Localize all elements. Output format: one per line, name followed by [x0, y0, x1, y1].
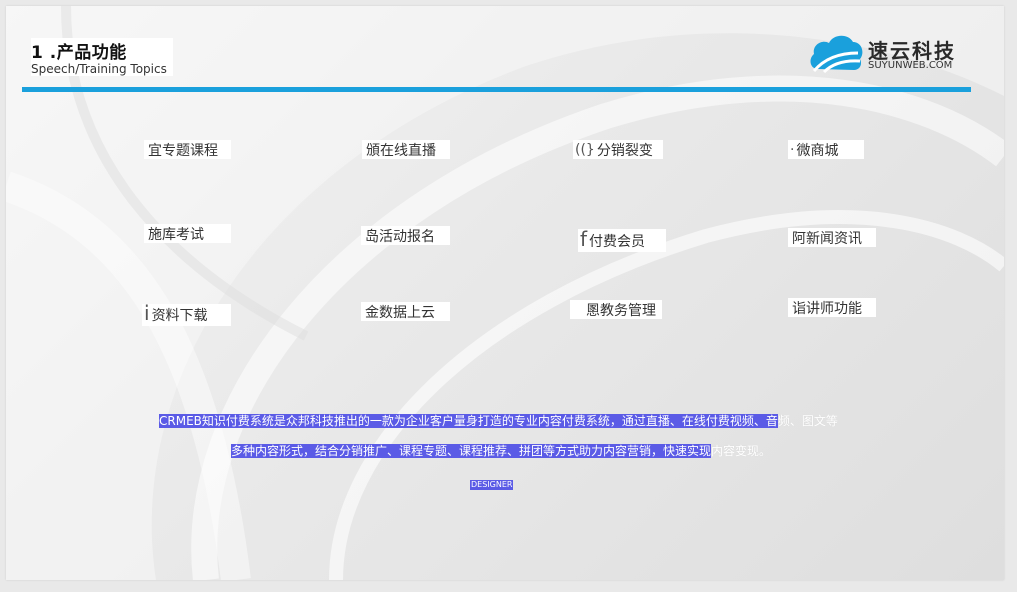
description-line-2: 多种内容形式，结合分销推广、课程专题、课程推荐、拼团等方式助力内容营销，快速实现… [231, 442, 771, 459]
feature-item: 阿新闻资讯 [788, 228, 876, 247]
feature-item: · 微商城 [788, 140, 864, 159]
feature-item: 宜专题课程 [144, 140, 231, 159]
feature-label: 頒在线直播 [366, 142, 436, 159]
page-title: 1 .产品功能 [31, 43, 127, 63]
feature-label: 微商城 [796, 142, 839, 159]
feature-item: 施库考试 [144, 224, 231, 243]
info-icon: i [144, 301, 150, 325]
background-swirl [6, 6, 1004, 580]
description-highlight: CRMEB知识付费系统是众邦科技推出的一款为企业客户量身打造的专业内容付费系统，… [159, 414, 778, 428]
slide: 1 .产品功能 Speech/Training Topics 速云科技 SUYU… [6, 6, 1004, 580]
feature-item: f 付费会员 [578, 229, 666, 252]
feature-label: 慁教务管理 [586, 302, 656, 319]
description-rest: 内容变现。 [711, 444, 772, 458]
dot-icon: · [790, 141, 795, 158]
feature-label: 阿新闻资讯 [792, 230, 862, 247]
feature-label: 施库考试 [148, 226, 204, 243]
feature-item: ((} 分销裂变 [573, 140, 663, 159]
cloud-logo-icon [810, 35, 863, 73]
share-icon: ((} [575, 141, 595, 158]
feature-label: 金数据上云 [365, 304, 435, 321]
feature-label: 资料下载 [151, 308, 208, 324]
header-divider [22, 87, 971, 92]
feature-label: 宜专题课程 [148, 142, 218, 159]
feature-item: 岛活动报名 [361, 226, 450, 245]
f-icon: f [580, 226, 588, 251]
feature-item: i 资料下载 [142, 301, 231, 326]
description-highlight: 多种内容形式，结合分销推广、课程专题、课程推荐、拼团等方式助力内容营销，快速实现 [231, 444, 712, 458]
logo-domain: SUYUNWEB.COM [868, 60, 953, 71]
feature-item: 頒在线直播 [362, 140, 450, 159]
feature-label: 岛活动报名 [365, 228, 435, 245]
description-line-1: CRMEB知识付费系统是众邦科技推出的一款为企业客户量身打造的专业内容付费系统，… [159, 412, 838, 429]
feature-label: 付费会员 [589, 233, 646, 250]
page-subtitle: Speech/Training Topics [31, 62, 167, 76]
description-rest: 频、图文等 [777, 414, 838, 428]
feature-item: 慁教务管理 [570, 300, 662, 319]
feature-item: 诣讲师功能 [788, 298, 876, 317]
feature-item: 金数据上云 [361, 302, 450, 321]
feature-label: 分销裂变 [596, 142, 653, 159]
feature-label: 诣讲师功能 [792, 300, 862, 317]
designer-label: DESIGNER [470, 480, 514, 490]
